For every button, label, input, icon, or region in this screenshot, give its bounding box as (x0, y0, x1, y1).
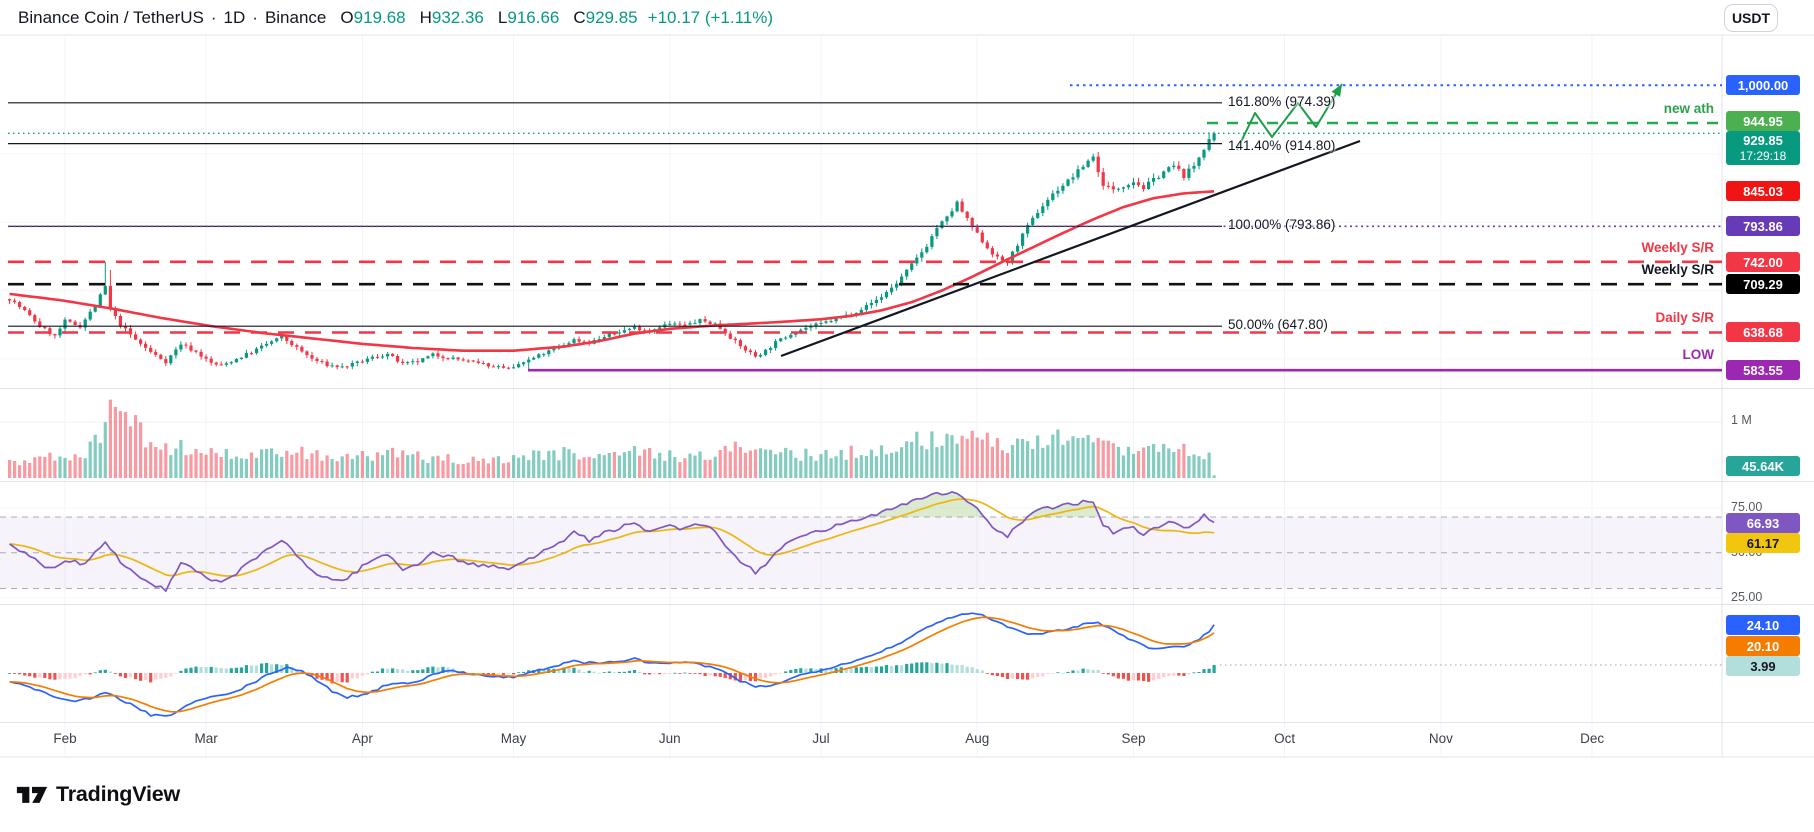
currency-button[interactable]: USDT (1724, 4, 1778, 32)
fib-level-50-label[interactable]: 50.00% (647.80) (1228, 317, 1328, 332)
time-axis-label-nov: Nov (1419, 731, 1463, 746)
price-change: +10.17 (+1.11%) (648, 8, 773, 28)
fib-level-141-label[interactable]: 141.40% (914.80) (1228, 138, 1335, 153)
ohlc-high: H932.36 (420, 8, 484, 28)
price-label-fib100[interactable]: 793.86 (1726, 216, 1800, 236)
macd-value-label[interactable]: 24.10 (1726, 615, 1800, 635)
macd-hist-value-label[interactable]: 3.99 (1726, 656, 1800, 676)
rsi-value-label[interactable]: 66.93 (1726, 513, 1800, 533)
time-axis-label-may: May (492, 731, 536, 746)
ohlc-open: O919.68 (340, 8, 405, 28)
weekly-sr-red-label[interactable]: Weekly S/R (1494, 240, 1714, 255)
timeframe-label[interactable]: 1D (224, 8, 246, 28)
price-label-new-ath[interactable]: 944.95 (1726, 111, 1800, 131)
chart-canvas[interactable] (0, 0, 1814, 832)
daily-sr-label[interactable]: Daily S/R (1494, 310, 1714, 325)
volume-axis-tick-1m: 1 M (1731, 413, 1752, 427)
time-axis[interactable]: Feb Mar Apr May Jun Jul Aug Sep Oct Nov Dec (0, 723, 1722, 757)
low-label[interactable]: LOW (1494, 347, 1714, 362)
symbol-legend[interactable]: Binance Coin / TetherUS · 1D · Binance O… (18, 8, 773, 28)
rsi-axis-tick-75: 75.00 (1731, 500, 1762, 514)
tradingview-wordmark: TradingView (56, 782, 180, 807)
price-label-weekly-sr-black[interactable]: 709.29 (1726, 274, 1800, 294)
new-ath-label[interactable]: new ath (1494, 101, 1714, 116)
time-axis-label-sep: Sep (1111, 731, 1155, 746)
fib-level-161-label[interactable]: 161.80% (974.39) (1228, 94, 1335, 109)
rsi-ma-value-label[interactable]: 61.17 (1726, 533, 1800, 553)
weekly-sr-black-label[interactable]: Weekly S/R (1494, 262, 1714, 277)
time-axis-label-mar: Mar (184, 731, 228, 746)
time-axis-label-jun: Jun (648, 731, 692, 746)
tradingview-chart-window: Binance Coin / TetherUS · 1D · Binance O… (0, 0, 1814, 832)
ohlc-close: C929.85 (573, 8, 637, 28)
time-axis-label-feb: Feb (43, 731, 87, 746)
tradingview-logo[interactable]: TradingView (16, 780, 180, 808)
exchange-label: Binance (265, 8, 326, 28)
price-label-1000[interactable]: 1,000.00 (1726, 75, 1800, 95)
bar-countdown: 17:29:18 (1740, 149, 1787, 163)
price-label-low[interactable]: 583.55 (1726, 360, 1800, 380)
time-axis-label-apr: Apr (340, 731, 384, 746)
separator-dot: · (211, 8, 217, 28)
rsi-axis-tick-25: 25.00 (1731, 590, 1762, 604)
symbol-title[interactable]: Binance Coin / TetherUS (18, 8, 204, 28)
separator-dot: · (252, 8, 258, 28)
current-price-value: 929.85 (1743, 133, 1783, 149)
price-label-ma[interactable]: 845.03 (1726, 181, 1800, 201)
time-axis-label-aug: Aug (955, 731, 999, 746)
price-label-weekly-sr-red[interactable]: 742.00 (1726, 252, 1800, 272)
time-axis-label-oct: Oct (1263, 731, 1307, 746)
macd-signal-value-label[interactable]: 20.10 (1726, 636, 1800, 656)
ohlc-low: L916.66 (498, 8, 559, 28)
tradingview-mark-icon (16, 780, 48, 808)
price-label-current[interactable]: 929.85 17:29:18 (1726, 131, 1800, 165)
volume-value-label[interactable]: 45.64K (1726, 456, 1800, 476)
price-label-daily-sr[interactable]: 638.68 (1726, 322, 1800, 342)
time-axis-label-dec: Dec (1570, 731, 1614, 746)
fib-level-100-label[interactable]: 100.00% (793.86) (1228, 217, 1335, 232)
chart-header: Binance Coin / TetherUS · 1D · Binance O… (0, 0, 1814, 35)
time-axis-label-jul: Jul (799, 731, 843, 746)
